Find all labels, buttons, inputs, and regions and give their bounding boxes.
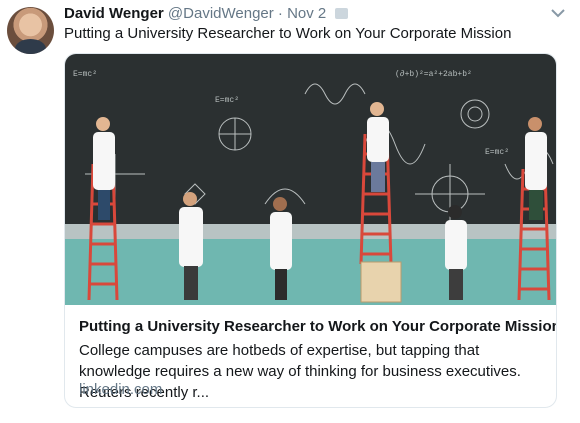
tweet-date[interactable]: Nov 2 [287,5,326,22]
author-handle[interactable]: @DavidWenger [168,5,274,22]
avatar-shirt [15,39,46,54]
chevron-down-icon[interactable] [550,6,566,20]
chalk-formula-4: E=mc² [485,148,509,157]
separator-dot: · [277,5,283,22]
tweet-text: Putting a University Researcher to Work … [64,25,512,42]
chalk-formula: E=mc² [73,70,97,79]
wooden-crate [360,261,402,303]
chalk-formula-2: (∂+b)²=a²+2ab+b² [395,70,472,79]
author-name[interactable]: David Wenger [64,5,164,22]
link-card[interactable]: E=mc² (∂+b)²=a²+2ab+b² E=mc² E=mc² (∂+b)… [64,53,557,408]
card-image[interactable]: E=mc² (∂+b)²=a²+2ab+b² E=mc² E=mc² (∂+b)… [65,54,556,305]
floor [65,239,556,305]
chalk-formula-3: E=mc² [215,96,239,105]
chalk-ledge [65,224,556,239]
card-title[interactable]: Putting a University Researcher to Work … [79,318,556,335]
tweet-header: David Wenger @DavidWenger · Nov 2 [64,5,349,23]
card-badge-icon [335,8,349,19]
author-avatar[interactable] [7,7,54,54]
card-domain[interactable]: linkedin.com [79,381,162,398]
